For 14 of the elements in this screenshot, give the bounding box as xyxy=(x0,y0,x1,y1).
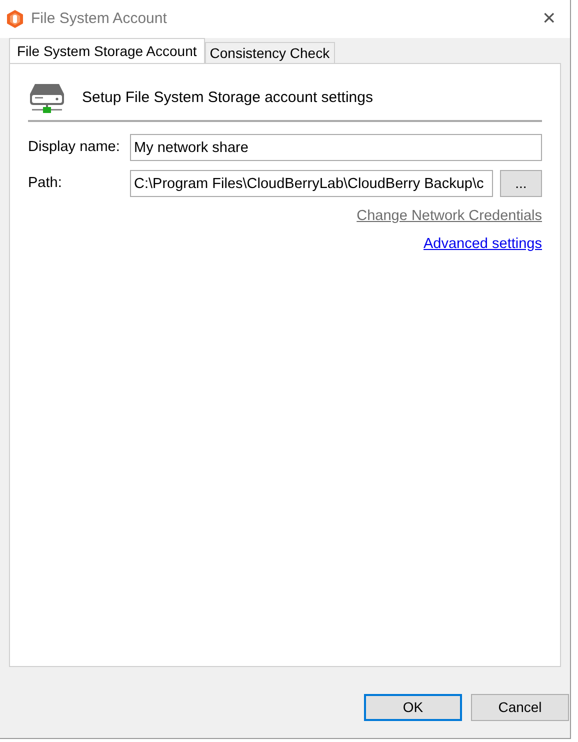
app-logo-icon xyxy=(6,9,24,29)
text-field[interactable]: My network share xyxy=(130,134,542,161)
field-label: Display name: xyxy=(28,138,121,157)
close-button[interactable]: ✕ xyxy=(536,6,562,32)
browse-button[interactable]: ... xyxy=(500,170,542,197)
tab[interactable]: File System Storage Account xyxy=(9,38,205,63)
header-text: Setup File System Storage account settings xyxy=(82,88,373,108)
window-title: File System Account xyxy=(31,8,167,29)
tab[interactable]: Consistency Check xyxy=(204,42,335,63)
dialog-button[interactable]: OK xyxy=(364,694,462,721)
link[interactable]: Advanced settings xyxy=(28,234,542,256)
dialog-button[interactable]: Cancel xyxy=(471,694,569,721)
field-label: Path: xyxy=(28,174,63,193)
text-field[interactable]: C:\Program Files\CloudBerryLab\CloudBerry Backup\c xyxy=(130,170,493,197)
